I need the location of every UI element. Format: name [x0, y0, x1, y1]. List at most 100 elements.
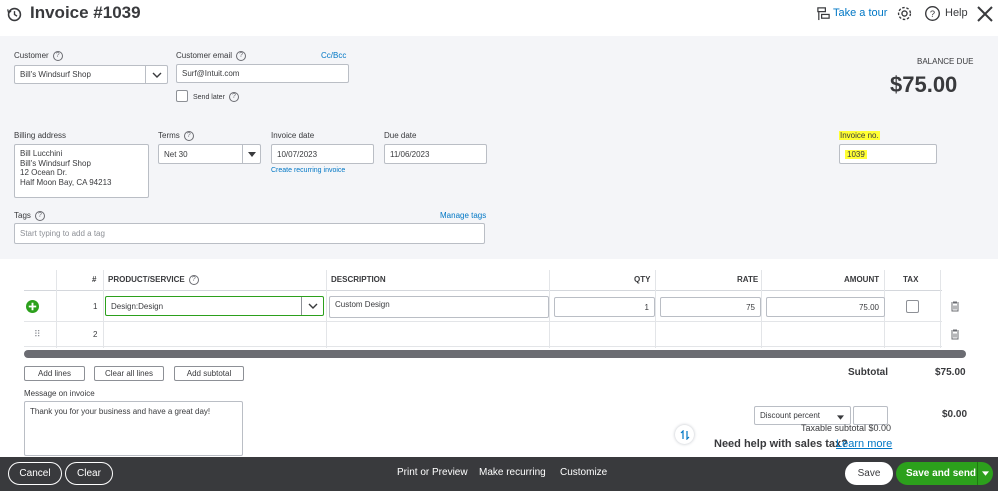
svg-text:?: ? [930, 9, 935, 19]
invoice-no-field[interactable]: 1039 [839, 144, 937, 164]
customer-label: Customer [14, 51, 49, 61]
add-row-icon[interactable] [26, 300, 39, 315]
horizontal-scrollbar[interactable] [24, 350, 966, 358]
close-icon[interactable] [976, 5, 994, 25]
sort-arrows-icon[interactable] [675, 425, 694, 444]
address-line: Half Moon Bay, CA 94213 [20, 177, 112, 187]
caret-down-icon [837, 413, 844, 422]
row-number: 1 [93, 302, 98, 311]
save-and-send-button[interactable]: Save and send [906, 468, 976, 479]
clear-all-lines-button[interactable]: Clear all lines [94, 366, 164, 381]
col-header-description: DESCRIPTION [331, 275, 386, 284]
caret-down-icon[interactable] [977, 462, 993, 485]
drag-handle-icon[interactable]: ⠿ [34, 329, 41, 340]
email-label: Customer email [176, 51, 233, 61]
sales-tax-help-text: Need help with sales tax? [714, 438, 848, 450]
send-later-checkbox[interactable] [176, 90, 188, 102]
message-value: Thank you for your business and have a g… [30, 407, 211, 416]
qty-field[interactable]: 1 [554, 297, 655, 317]
col-header-qty: QTY [634, 275, 651, 284]
caret-down-icon[interactable] [242, 145, 260, 163]
gear-icon[interactable] [896, 5, 913, 24]
customize-link[interactable]: Customize [560, 467, 607, 478]
add-subtotal-button[interactable]: Add subtotal [174, 366, 244, 381]
rate-field[interactable]: 75 [660, 297, 761, 317]
manage-tags-link[interactable]: Manage tags [440, 211, 486, 220]
balance-due-label: BALANCE DUE [917, 57, 974, 66]
col-divider [56, 270, 57, 348]
learn-more-link[interactable]: Learn more [836, 438, 892, 450]
terms-value: Net 30 [164, 149, 188, 159]
description-field[interactable]: Custom Design [329, 296, 549, 318]
terms-select[interactable]: Net 30 [158, 144, 261, 164]
footer-bar: Cancel Clear Print or Preview Make recur… [0, 457, 998, 491]
chevron-down-icon[interactable] [145, 66, 167, 83]
email-value: Surf@Intuit.com [182, 69, 240, 78]
col-divider [326, 270, 327, 348]
amount-value: 75.00 [858, 302, 879, 312]
invoice-no-label: Invoice no. [839, 131, 880, 140]
help-icon[interactable]: ? [924, 5, 941, 24]
balance-due-amount: $75.00 [890, 72, 958, 97]
info-icon[interactable]: ? [52, 51, 63, 61]
tags-input[interactable]: Start typing to add a tag [14, 223, 485, 244]
taxable-subtotal: Taxable subtotal $0.00 [801, 423, 892, 433]
customer-select[interactable]: Bill's Windsurf Shop [14, 65, 168, 84]
address-line: 12 Ocean Dr. [20, 168, 68, 177]
product-select[interactable]: Design:Design [105, 296, 324, 316]
info-icon[interactable]: ? [34, 211, 45, 221]
col-header-product: PRODUCT/SERVICE [108, 275, 185, 285]
email-field[interactable]: Surf@Intuit.com [176, 64, 349, 83]
history-icon[interactable] [6, 6, 23, 25]
invoice-date-value: 10/07/2023 [277, 149, 318, 159]
col-header-rate: RATE [737, 275, 759, 284]
invoice-no-value: 1039 [845, 149, 867, 159]
create-recurring-link[interactable]: Create recurring invoice [271, 167, 345, 174]
trash-icon[interactable] [950, 329, 960, 342]
save-button[interactable]: Save [845, 462, 893, 485]
amount-field[interactable]: 75.00 [766, 297, 885, 317]
description-value: Custom Design [335, 300, 390, 309]
page-title: Invoice #1039 [30, 3, 141, 22]
invoice-date-label: Invoice date [271, 131, 315, 140]
clear-button[interactable]: Clear [65, 462, 113, 485]
col-header-tax: TAX [903, 275, 919, 284]
subtotal-label: Subtotal [848, 367, 888, 378]
due-date-field[interactable]: 11/06/2023 [384, 144, 487, 164]
email-label-row: Customer email? [176, 51, 247, 61]
cancel-button[interactable]: Cancel [8, 462, 62, 485]
info-icon[interactable]: ? [188, 275, 199, 285]
send-later-label: Send later [193, 93, 225, 101]
col-divider [655, 270, 656, 348]
take-tour-link[interactable]: Take a tour [833, 7, 887, 19]
product-value: Design:Design [111, 301, 164, 311]
billing-address-field[interactable]: Bill Lucchini Bill's Windsurf Shop 12 Oc… [14, 144, 149, 198]
tax-checkbox[interactable] [906, 300, 919, 313]
page-header: Invoice #1039 Take a tour ? Help [0, 0, 998, 36]
info-icon[interactable]: ? [236, 51, 247, 61]
message-field[interactable]: Thank you for your business and have a g… [24, 401, 243, 456]
address-line: Bill Lucchini [20, 149, 63, 158]
tags-placeholder: Start typing to add a tag [20, 229, 105, 238]
add-lines-button[interactable]: Add lines [24, 366, 85, 381]
make-recurring-link[interactable]: Make recurring [479, 467, 546, 478]
chevron-down-icon[interactable] [301, 297, 323, 315]
due-date-value: 11/06/2023 [390, 149, 430, 159]
cc-bcc-link[interactable]: Cc/Bcc [321, 51, 346, 60]
trash-icon[interactable] [950, 301, 960, 314]
info-icon[interactable]: ? [183, 131, 194, 141]
save-and-send-split-button[interactable]: Save and send [896, 462, 993, 485]
billing-address-label: Billing address [14, 131, 67, 140]
tour-icon[interactable] [816, 6, 831, 23]
help-label[interactable]: Help [945, 7, 968, 19]
info-icon[interactable]: ? [228, 92, 239, 102]
message-label: Message on invoice [24, 389, 95, 398]
table-divider [24, 346, 942, 347]
due-date-label: Due date [384, 131, 417, 140]
col-header-amount: AMOUNT [844, 275, 880, 284]
col-divider [940, 270, 941, 348]
print-preview-link[interactable]: Print or Preview [397, 467, 468, 478]
col-divider [549, 270, 550, 348]
invoice-date-field[interactable]: 10/07/2023 [271, 144, 374, 164]
table-divider [24, 321, 942, 322]
